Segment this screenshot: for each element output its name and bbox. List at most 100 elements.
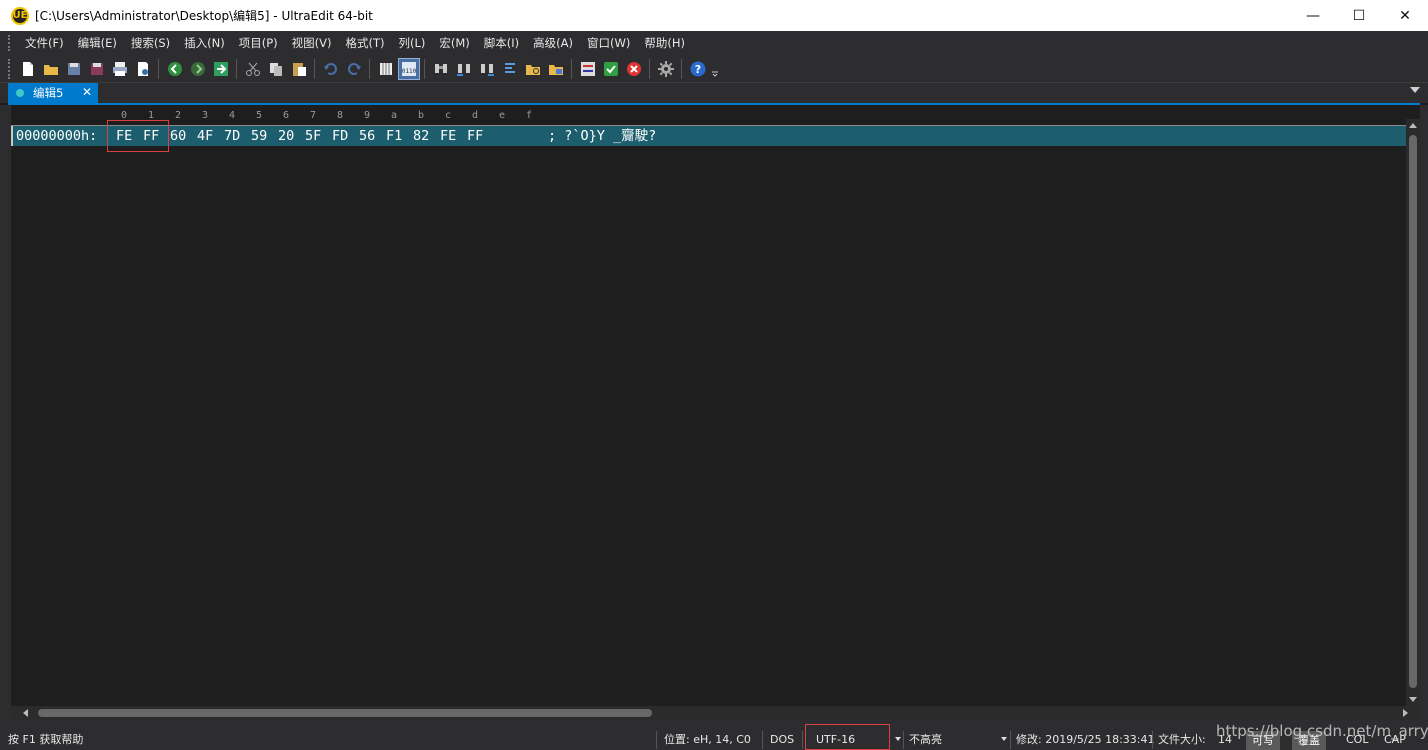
menu-project[interactable]: 项目(P) — [232, 31, 285, 55]
scroll-down-icon[interactable] — [1409, 697, 1417, 702]
cut-icon[interactable] — [242, 58, 264, 80]
menu-format[interactable]: 格式(T) — [338, 31, 391, 55]
replace-icon[interactable] — [499, 58, 521, 80]
encoding-dropdown-icon[interactable] — [895, 737, 901, 741]
menubar-grip[interactable] — [8, 35, 12, 51]
horizontal-scrollbar[interactable] — [11, 706, 1420, 720]
editor-left-frame — [0, 105, 11, 720]
highlight-dropdown-icon[interactable] — [1001, 737, 1007, 741]
window-controls: — ☐ ✕ — [1290, 0, 1428, 31]
back-icon[interactable] — [164, 58, 186, 80]
row-address: 00000000h: — [16, 128, 98, 144]
column-ruler: 0 1 2 3 4 5 6 7 8 9 a b c d e f — [11, 105, 1406, 125]
compare-icon[interactable] — [577, 58, 599, 80]
spell-check-icon[interactable] — [600, 58, 622, 80]
hex-byte[interactable]: 4F — [197, 126, 213, 146]
hex-byte[interactable]: FE — [440, 126, 456, 146]
menu-search[interactable]: 搜索(S) — [124, 31, 177, 55]
horizontal-scroll-thumb[interactable] — [38, 709, 652, 717]
status-highlight[interactable]: 不高亮 — [909, 728, 942, 750]
maximize-button[interactable]: ☐ — [1336, 0, 1382, 31]
ruler-col: f — [526, 110, 533, 121]
tab-editor-5[interactable]: 编辑5 ✕ — [8, 83, 98, 103]
save-icon[interactable] — [63, 58, 85, 80]
replace-in-files-icon[interactable] — [545, 58, 567, 80]
paste-icon[interactable] — [288, 58, 310, 80]
menu-view[interactable]: 视图(V) — [285, 31, 339, 55]
hex-byte[interactable]: 5F — [305, 126, 321, 146]
minimize-button[interactable]: — — [1290, 0, 1336, 31]
hex-byte[interactable]: 59 — [251, 126, 267, 146]
hex-byte[interactable]: F1 — [386, 126, 402, 146]
window-title: [C:\Users\Administrator\Desktop\编辑5] - U… — [35, 9, 373, 23]
undo-icon[interactable] — [320, 58, 342, 80]
ruler-col: 6 — [283, 110, 290, 121]
hex-byte[interactable]: 82 — [413, 126, 429, 146]
macro-icon[interactable] — [623, 58, 645, 80]
find-in-files-icon[interactable] — [522, 58, 544, 80]
menu-macro[interactable]: 宏(M) — [432, 31, 476, 55]
svg-text:?: ? — [694, 63, 700, 76]
status-line-ending[interactable]: DOS — [770, 728, 794, 750]
forward-icon[interactable] — [187, 58, 209, 80]
ascii-column[interactable]: ; ?`O}Y _齎駛? — [548, 126, 656, 146]
menu-script[interactable]: 脚本(I) — [477, 31, 526, 55]
hex-byte[interactable]: 60 — [170, 126, 186, 146]
status-separator — [1010, 731, 1011, 749]
save-as-icon[interactable] — [86, 58, 108, 80]
close-button[interactable]: ✕ — [1382, 0, 1428, 31]
print-icon[interactable] — [109, 58, 131, 80]
scroll-up-icon[interactable] — [1409, 123, 1417, 128]
hex-byte[interactable]: FF — [467, 126, 483, 146]
find-prev-icon[interactable] — [453, 58, 475, 80]
find-icon[interactable] — [430, 58, 452, 80]
menu-column[interactable]: 列(L) — [391, 31, 432, 55]
vertical-scroll-thumb[interactable] — [1409, 135, 1417, 688]
toolbar-separator — [424, 58, 425, 79]
hex-editor[interactable]: 0 1 2 3 4 5 6 7 8 9 a b c d e f 00000000… — [11, 105, 1406, 706]
ruler-col: 4 — [229, 110, 236, 121]
help-icon[interactable]: ? — [687, 58, 709, 80]
bom-highlight-box — [107, 120, 169, 152]
menu-window[interactable]: 窗口(W) — [580, 31, 637, 55]
hex-byte[interactable]: FD — [332, 126, 348, 146]
hex-byte[interactable]: 56 — [359, 126, 375, 146]
hex-mode-icon[interactable]: 0110 — [397, 57, 420, 80]
new-file-icon[interactable] — [17, 58, 39, 80]
print-preview-icon[interactable] — [132, 58, 154, 80]
toolbar-separator — [681, 58, 682, 79]
menu-insert[interactable]: 插入(N) — [177, 31, 232, 55]
tab-close-icon[interactable]: ✕ — [82, 85, 92, 99]
scroll-left-icon[interactable] — [23, 709, 28, 717]
menu-edit[interactable]: 编辑(E) — [71, 31, 124, 55]
hex-row[interactable]: 00000000h: FE FF 60 4F 7D 59 20 5F FD 56… — [11, 126, 1406, 146]
status-position[interactable]: 位置: eH, 14, C0 — [664, 728, 751, 750]
scroll-right-icon[interactable] — [1403, 709, 1408, 717]
toolbar-grip[interactable] — [8, 58, 12, 79]
column-mode-icon[interactable] — [375, 58, 397, 80]
tab-list-dropdown-icon[interactable] — [1410, 87, 1420, 93]
hex-byte[interactable]: 7D — [224, 126, 240, 146]
encoding-highlight-box — [805, 724, 890, 750]
menu-file[interactable]: 文件(F) — [18, 31, 71, 55]
find-next-icon[interactable] — [476, 58, 498, 80]
ruler-col: 3 — [202, 110, 209, 121]
ruler-col: e — [499, 110, 506, 121]
status-separator — [762, 731, 763, 749]
hex-mode-label: 0110 — [401, 68, 416, 75]
toolbar-overflow-icon[interactable] — [710, 58, 720, 80]
toolbar: 0110 ? — [0, 55, 1428, 83]
menu-advanced[interactable]: 高级(A) — [526, 31, 580, 55]
toolbar-separator — [649, 58, 650, 79]
copy-icon[interactable] — [265, 58, 287, 80]
settings-icon[interactable] — [655, 58, 677, 80]
redo-icon[interactable] — [343, 58, 365, 80]
ruler-col: c — [445, 110, 452, 121]
goto-icon[interactable] — [210, 58, 232, 80]
hex-byte[interactable]: 20 — [278, 126, 294, 146]
tab-label: 编辑5 — [33, 86, 64, 100]
toolbar-separator — [158, 58, 159, 79]
vertical-scrollbar[interactable] — [1406, 119, 1420, 706]
open-folder-icon[interactable] — [40, 58, 62, 80]
menu-help[interactable]: 帮助(H) — [637, 31, 692, 55]
